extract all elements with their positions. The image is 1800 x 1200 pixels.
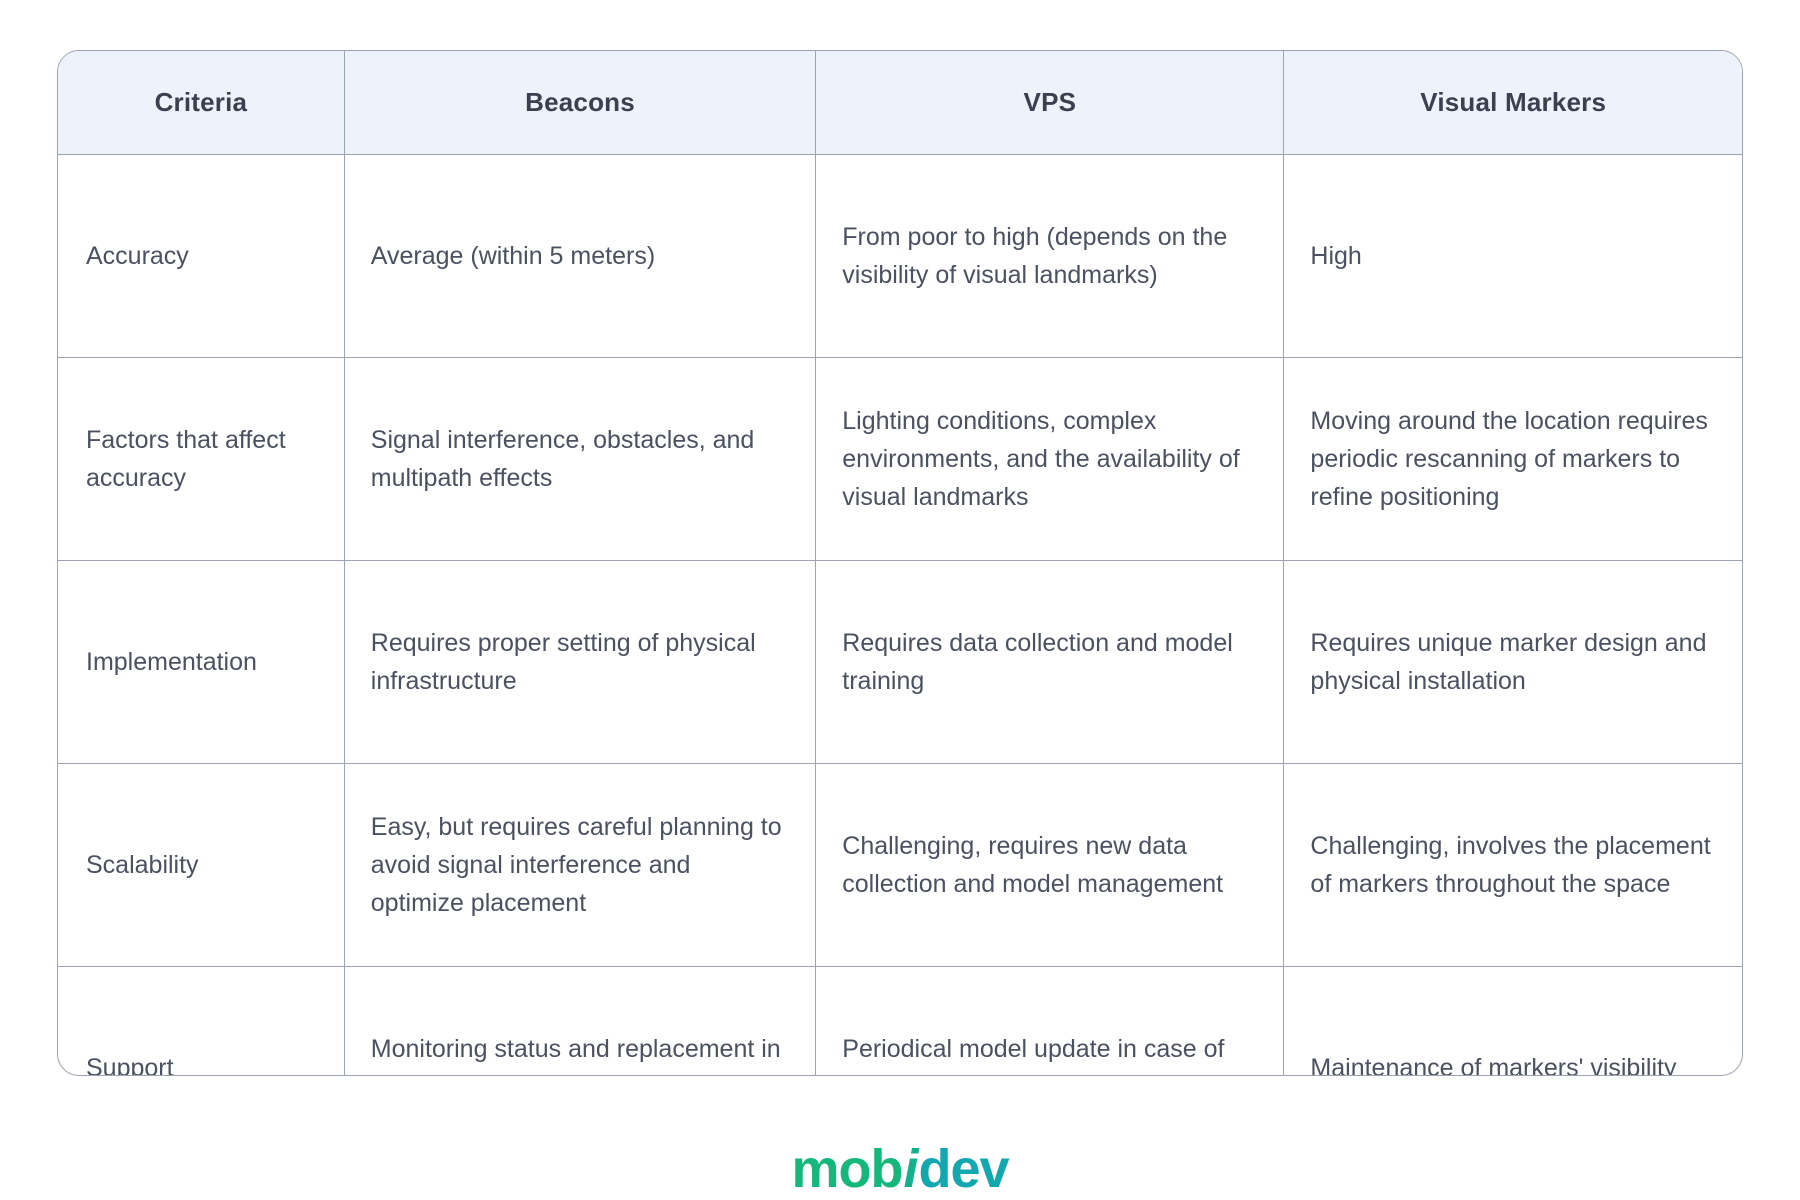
mobidev-logo: mob i dev: [791, 1138, 1009, 1200]
cell-criteria: Support: [58, 966, 345, 1075]
comparison-table: Criteria Beacons VPS Visual Markers Accu…: [58, 51, 1742, 1076]
cell-beacons: Signal interference, obstacles, and mult…: [344, 357, 817, 561]
cell-vps: Challenging, requires new data collectio…: [815, 763, 1285, 967]
comparison-table-container: Criteria Beacons VPS Visual Markers Accu…: [57, 50, 1743, 1076]
cell-beacons: Requires proper setting of physical infr…: [344, 560, 817, 764]
column-header-beacons: Beacons: [344, 51, 817, 155]
cell-criteria: Implementation: [58, 560, 345, 764]
table-row: Accuracy Average (within 5 meters) From …: [58, 154, 1742, 358]
logo-text-dev: dev: [918, 1139, 1009, 1199]
cell-visual-markers: High: [1283, 154, 1742, 358]
cell-vps: Lighting conditions, complex environment…: [815, 357, 1285, 561]
column-header-visual-markers: Visual Markers: [1283, 51, 1742, 155]
cell-vps: Periodical model update in case of envir…: [815, 966, 1285, 1075]
cell-visual-markers: Moving around the location requires peri…: [1283, 357, 1742, 561]
table-row: Scalability Easy, but requires careful p…: [58, 763, 1742, 967]
table-header: Criteria Beacons VPS Visual Markers: [58, 51, 1742, 155]
table-row: Factors that affect accuracy Signal inte…: [58, 357, 1742, 561]
table-row: Support Monitoring status and replacemen…: [58, 966, 1742, 1076]
column-header-vps: VPS: [815, 51, 1285, 155]
page-root: Criteria Beacons VPS Visual Markers Accu…: [0, 0, 1800, 1200]
cell-visual-markers: Requires unique marker design and physic…: [1283, 560, 1742, 764]
cell-vps: From poor to high (depends on the visibi…: [815, 154, 1285, 358]
column-header-criteria: Criteria: [58, 51, 345, 155]
cell-criteria: Scalability: [58, 763, 345, 967]
logo-text-i: i: [903, 1139, 918, 1199]
cell-vps: Requires data collection and model train…: [815, 560, 1285, 764]
cell-beacons: Monitoring status and replacement in cas…: [344, 966, 817, 1075]
table-body: Accuracy Average (within 5 meters) From …: [58, 154, 1742, 1076]
cell-visual-markers: Maintenance of markers' visibility: [1310, 1054, 1677, 1076]
table-row: Implementation Requires proper setting o…: [58, 560, 1742, 764]
cell-beacons: Average (within 5 meters): [344, 154, 817, 358]
logo-text-mob: mob: [791, 1139, 903, 1199]
cell-criteria: Accuracy: [58, 154, 345, 358]
cell-beacons: Easy, but requires careful planning to a…: [344, 763, 817, 967]
cell-visual-markers: Challenging, involves the placement of m…: [1283, 763, 1742, 967]
cell-criteria: Factors that affect accuracy: [58, 357, 345, 561]
table-header-row: Criteria Beacons VPS Visual Markers: [58, 51, 1742, 155]
